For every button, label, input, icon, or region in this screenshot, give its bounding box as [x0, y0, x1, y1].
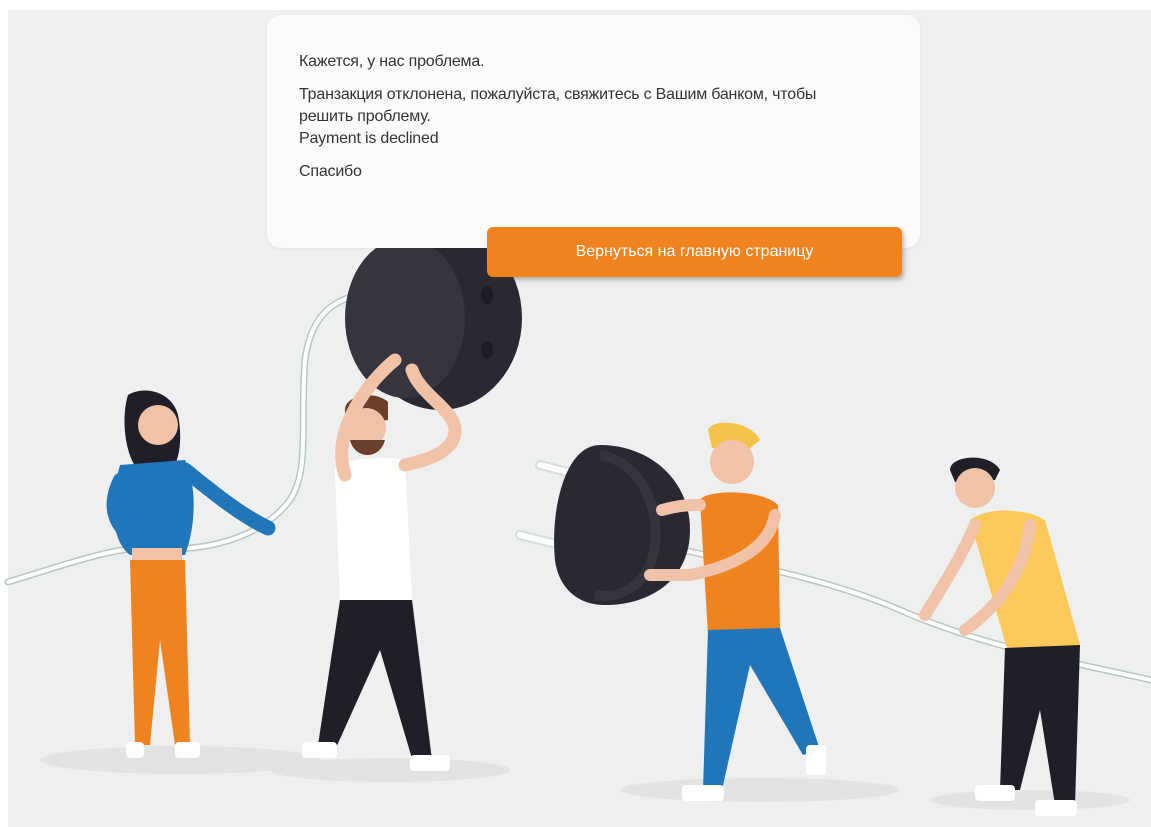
return-home-button[interactable]: Вернуться на главную страницу — [487, 227, 902, 277]
error-body-line-2: решить проблему. — [299, 108, 431, 125]
error-title: Кажется, у нас проблема. — [299, 53, 485, 70]
person-woman — [106, 390, 276, 758]
error-message-text: Кажется, у нас проблема. Транзакция откл… — [299, 51, 889, 183]
thanks-text: Спасибо — [299, 163, 362, 180]
person-man-beard — [302, 353, 462, 771]
error-message-card: Кажется, у нас проблема. Транзакция откл… — [267, 15, 920, 248]
person-orange-shirt — [644, 422, 826, 801]
error-body-line-1: Транзакция отклонена, пожалуйста, свяжит… — [299, 86, 817, 103]
person-yellow-shirt — [919, 457, 1080, 816]
error-body-english: Payment is declined — [299, 130, 439, 147]
error-page: Кажется, у нас проблема. Транзакция откл… — [0, 0, 1151, 827]
